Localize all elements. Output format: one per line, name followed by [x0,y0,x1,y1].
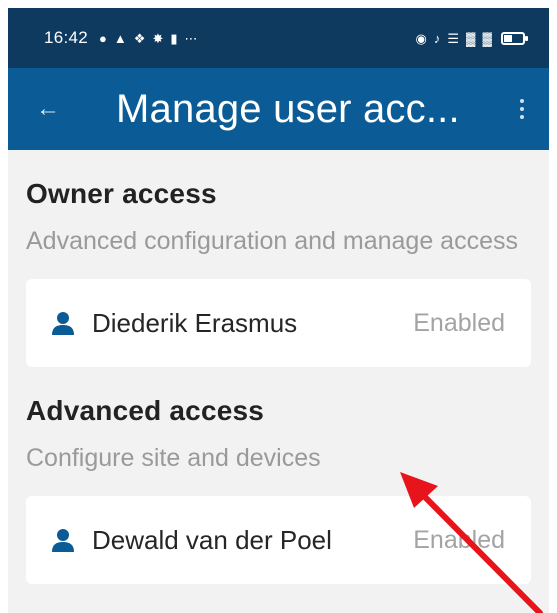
section-title: Owner access [26,178,217,209]
status-bar-right: ◉ ♪ ☰ ▓ ▓ [415,30,528,46]
status-bar-left: 16:42 ● ▲ ❖ ✸ ▮ ⋯ [44,28,198,48]
section-description: Advanced configuration and manage access [26,227,518,255]
section-description: Configure site and devices [26,444,321,472]
app-icon-2: ✸ [152,30,164,46]
section-title: Advanced access [26,395,265,426]
page-title: Manage user acc... [116,86,460,131]
user-status: Enabled [413,525,505,554]
user-card[interactable]: Dewald van der Poel Enabled [26,496,531,584]
status-time: 16:42 [44,28,89,47]
more-icon: ⋯ [184,30,198,46]
mute-icon: ♪ [433,30,441,46]
bell-icon: ▲ [113,30,127,46]
main-content: Owner access Advanced configuration and … [8,150,549,584]
person-icon [52,310,78,336]
user-card[interactable]: Diederik Erasmus Enabled [26,279,531,367]
back-arrow-icon[interactable]: ← [8,68,88,150]
phone-screen: 16:42 ● ▲ ❖ ✸ ▮ ⋯ ◉ ♪ ☰ ▓ ▓ ← Manage use… [8,8,549,613]
wifi-icon: ☰ [447,30,460,46]
person-icon [52,527,78,553]
eye-icon: ◉ [415,30,427,46]
status-bar: 16:42 ● ▲ ❖ ✸ ▮ ⋯ ◉ ♪ ☰ ▓ ▓ [8,8,549,68]
section-advanced-access: Advanced access Configure site and devic… [8,395,549,584]
user-name: Dewald van der Poel [92,524,332,555]
battery-saver-icon: ▮ [170,30,178,46]
user-name: Diederik Erasmus [92,307,298,338]
user-status: Enabled [413,308,505,337]
app-bar: ← Manage user acc... [8,68,549,150]
section-owner-access: Owner access Advanced configuration and … [8,178,549,367]
signal-icon: ▓ [466,30,476,46]
battery-icon [501,31,528,45]
chat-icon: ● [99,30,107,46]
more-vert-icon[interactable] [495,68,549,150]
signal-icon-2: ▓ [482,30,492,46]
app-icon: ❖ [133,30,146,46]
